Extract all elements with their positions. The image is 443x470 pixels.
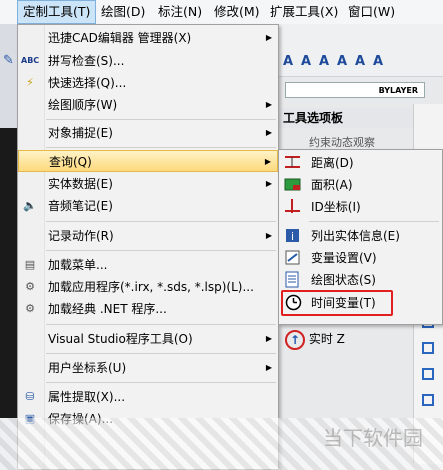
text-style-icon[interactable]: A xyxy=(299,54,313,70)
menu-item-ucs[interactable]: 用户坐标系(U) ▶ xyxy=(18,357,278,379)
custom-tools-menu: 迅捷CAD编辑器 管理器(X) ▶ ABC 拼写检查(S)... ⚡ 快速选择(… xyxy=(17,24,279,470)
menu-item-query[interactable]: 查询(Q) ▶ xyxy=(18,150,278,172)
menu-custom-tools[interactable]: 定制工具(T) xyxy=(17,0,97,24)
toolbar-row-top xyxy=(279,24,443,51)
menu-extended-tools[interactable]: 扩展工具(X) xyxy=(265,0,343,24)
submenu-arrow-icon: ▶ xyxy=(265,33,272,42)
watermark-overlay: 当下软件园 xyxy=(0,418,443,470)
submenu-item-area[interactable]: 面积(A) xyxy=(279,174,442,196)
tool-square-icon[interactable] xyxy=(422,342,434,354)
menu-item-spell-check[interactable]: ABC 拼写检查(S)... xyxy=(18,50,278,72)
realtime-zoom-icon: ↑ xyxy=(285,329,305,350)
menu-separator xyxy=(46,119,276,120)
drawing-status-icon xyxy=(285,271,299,288)
menu-item-attribute-extract[interactable]: ⛁ 属性提取(X)... xyxy=(18,386,278,408)
text-style-icon[interactable]: A xyxy=(281,54,295,70)
menu-item-editor-manager[interactable]: 迅捷CAD编辑器 管理器(X) ▶ xyxy=(18,27,278,49)
pencil-icon[interactable]: ✎ xyxy=(1,50,16,72)
menu-item-quick-select[interactable]: ⚡ 快速选择(Q)... xyxy=(18,72,278,94)
watermark-text: 当下软件园 xyxy=(323,426,423,450)
submenu-arrow-icon: ▶ xyxy=(265,334,272,343)
distance-icon xyxy=(285,156,300,168)
submenu-arrow-icon: ▶ xyxy=(265,363,272,372)
submenu-arrow-icon: ▶ xyxy=(265,128,272,137)
palette-item[interactable]: 约束动态观察 xyxy=(309,134,375,150)
submenu-arrow-icon: ▶ xyxy=(265,231,272,240)
submenu-item-id-coordinate[interactable]: ID坐标(I) xyxy=(279,196,442,218)
attribute-extract-icon: ⛁ xyxy=(25,390,35,403)
submenu-arrow-icon: ▶ xyxy=(265,100,272,109)
menu-bar: 定制工具(T) 绘图(D) 标注(N) 修改(M) 扩展工具(X) 窗口(W) xyxy=(0,0,443,25)
submenu-item-variable-settings[interactable]: 变量设置(V) xyxy=(279,247,442,269)
toolbar-row-text: A A A A A A xyxy=(279,50,443,77)
menu-separator xyxy=(46,324,276,325)
menu-separator xyxy=(46,382,276,383)
area-icon xyxy=(284,178,301,191)
menu-separator xyxy=(46,221,276,222)
svg-text:i: i xyxy=(291,230,294,243)
variable-settings-icon xyxy=(285,250,300,265)
tool-square-icon[interactable] xyxy=(422,368,434,380)
text-style-icon[interactable]: A xyxy=(335,54,349,70)
palette-title: 工具选项板 xyxy=(279,108,417,128)
quick-select-icon: ⚡ xyxy=(26,76,34,89)
menu-item-load-net[interactable]: ⚙ 加载经典 .NET 程序... xyxy=(18,298,278,320)
drawing-canvas[interactable] xyxy=(0,128,17,418)
submenu-item-list-entity[interactable]: i 列出实体信息(E) xyxy=(279,225,442,247)
text-style-icon[interactable]: A xyxy=(371,54,385,70)
linetype-select[interactable]: BYLAYER xyxy=(285,82,425,98)
text-style-icon[interactable]: A xyxy=(317,54,331,70)
list-entity-icon: i xyxy=(286,229,299,243)
menu-item-audio-note[interactable]: 🔈 音频笔记(E) xyxy=(18,195,278,217)
realtime-zoom-label: 实时 Z xyxy=(308,332,345,346)
submenu-arrow-icon: ▶ xyxy=(264,157,271,166)
load-menu-icon: ▤ xyxy=(24,258,36,271)
menu-item-draw-order[interactable]: 绘图顺序(W) ▶ xyxy=(18,94,278,116)
menu-window[interactable]: 窗口(W) xyxy=(343,0,400,24)
load-app-icon: ⚙ xyxy=(25,280,35,293)
menu-draw[interactable]: 绘图(D) xyxy=(96,0,150,24)
abc-spellcheck-icon: ABC xyxy=(21,56,40,65)
menu-item-record-action[interactable]: 记录动作(R) ▶ xyxy=(18,225,278,247)
realtime-zoom-tool[interactable]: ↑ 实时 Z xyxy=(285,326,345,352)
menu-item-load-menu[interactable]: ▤ 加载菜单... xyxy=(18,254,278,276)
load-net-icon: ⚙ xyxy=(25,302,35,315)
menu-item-visual-studio[interactable]: Visual Studio程序工具(O) ▶ xyxy=(18,328,278,350)
submenu-arrow-icon: ▶ xyxy=(265,179,272,188)
menu-separator xyxy=(309,221,439,222)
menu-item-entity-data[interactable]: 实体数据(E) ▶ xyxy=(18,173,278,195)
menu-separator xyxy=(46,147,276,148)
menu-item-load-application[interactable]: ⚙ 加载应用程序(*.irx, *.sds, *.lsp)(L)... xyxy=(18,276,278,298)
menu-dimension[interactable]: 标注(N) xyxy=(153,0,207,24)
menu-modify[interactable]: 修改(M) xyxy=(209,0,265,24)
submenu-item-distance[interactable]: 距离(D) xyxy=(279,152,442,174)
speaker-icon: 🔈 xyxy=(23,199,37,212)
menu-separator xyxy=(46,250,276,251)
menu-item-object-snap[interactable]: 对象捕捉(E) ▶ xyxy=(18,122,278,144)
text-style-icon[interactable]: A xyxy=(353,54,367,70)
time-variable-highlight-box xyxy=(281,290,393,316)
tool-square-icon[interactable] xyxy=(422,394,434,406)
submenu-item-drawing-status[interactable]: 绘图状态(S) xyxy=(279,269,442,291)
menu-separator xyxy=(46,353,276,354)
id-coordinate-icon xyxy=(285,199,300,213)
query-submenu: 距离(D) 面积(A) ID坐标(I) i 列出实体信息(E) 变量设置(V) xyxy=(278,149,443,325)
